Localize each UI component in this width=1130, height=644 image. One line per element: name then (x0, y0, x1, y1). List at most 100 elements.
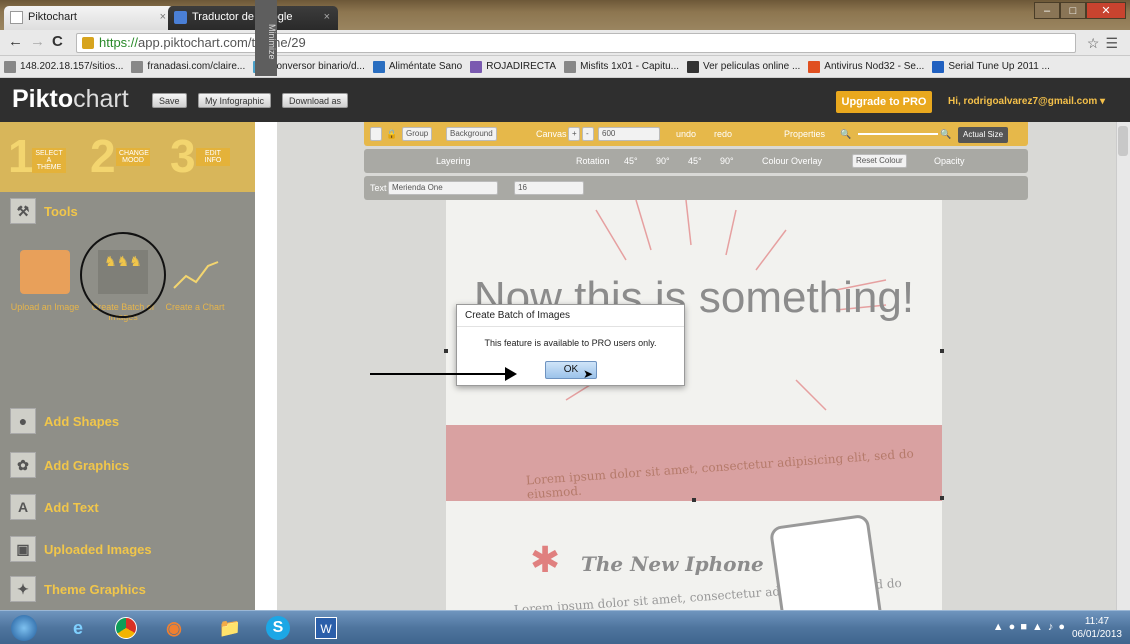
tab-translate[interactable]: Traductor de Google × (168, 6, 338, 30)
uploaded-images-section[interactable]: ▣ Uploaded Images (10, 536, 152, 562)
upgrade-button[interactable]: Upgrade to PRO (836, 91, 932, 113)
image-icon: ▣ (10, 536, 36, 562)
background-button[interactable]: Background (446, 127, 497, 141)
url-text: app.piktochart.com/theme/29 (138, 35, 306, 50)
page-icon (564, 60, 577, 73)
resize-handle[interactable] (692, 498, 696, 502)
create-chart-tool[interactable]: Create a Chart (160, 250, 230, 312)
dialog-title: Create Batch of Images (457, 305, 684, 327)
window-controls: – □ ✕ (1034, 2, 1126, 19)
vertical-scrollbar[interactable] (1116, 122, 1130, 610)
bookmark-item[interactable]: Antivirus Nod32 - Se... (808, 60, 924, 73)
redo-button[interactable]: redo (714, 127, 732, 141)
internet-explorer-icon[interactable]: e (56, 614, 100, 642)
theme-graphics-section[interactable]: ✦ Theme Graphics (10, 576, 146, 602)
bookmark-item[interactable]: ROJADIRECTA (470, 60, 556, 73)
canvas-size-select[interactable]: 600 (598, 127, 660, 141)
font-select[interactable]: Merienda One (388, 181, 498, 195)
bookmark-item[interactable]: Serial Tune Up 2011 ... (932, 60, 1050, 73)
folder-icon (4, 60, 16, 73)
canvas-minus-button[interactable]: - (582, 127, 594, 141)
rotate-option[interactable]: 45° (624, 154, 638, 168)
lock-icon (82, 37, 94, 49)
bookmark-item[interactable]: Aliméntate Sano (372, 60, 462, 73)
app-header: Piktochart Save My Infographic Download … (0, 78, 1130, 122)
url-scheme: https:// (99, 35, 139, 50)
add-text-section[interactable]: A Add Text (10, 494, 99, 520)
site-icon (470, 60, 483, 73)
theme-graphics-icon: ✦ (10, 576, 36, 602)
minimize-window-icon[interactable]: – (1034, 2, 1060, 19)
star-icon[interactable]: ☆☰ (1087, 35, 1124, 52)
font-size-select[interactable]: 16 (514, 181, 584, 195)
undo-button[interactable]: undo (676, 127, 696, 141)
rotate-option[interactable]: 90° (656, 154, 670, 168)
canvas-plus-button[interactable]: + (568, 127, 580, 141)
my-infographic-button[interactable]: My Infographic (198, 93, 272, 108)
system-tray[interactable]: ▲●■▲♪● (993, 621, 1070, 633)
iphone-title[interactable]: The New Iphone (581, 552, 764, 576)
save-button[interactable]: Save (152, 93, 187, 108)
site-icon (372, 60, 385, 73)
checkbox[interactable] (370, 127, 382, 141)
folder-icon[interactable]: 📁 (208, 614, 252, 642)
minimize-tab[interactable]: Minimize (255, 0, 277, 76)
control-bar-text: Text Merienda One 16 (364, 176, 1028, 200)
start-button-icon[interactable] (2, 614, 46, 642)
chrome-icon[interactable] (104, 614, 148, 642)
reload-icon[interactable]: C (52, 34, 63, 50)
annotation-arrow (370, 367, 517, 381)
tools-heading[interactable]: ⚒ Tools (10, 198, 78, 224)
tab-piktochart[interactable]: Piktochart × (4, 6, 174, 30)
site-icon (687, 60, 699, 73)
text-label: Text (370, 183, 387, 193)
control-bar-layer: Layering Rotation 45° 90° 45° 90° Colour… (364, 149, 1028, 173)
upload-icon (20, 250, 70, 294)
site-icon (932, 60, 945, 73)
canvas-label: Canvas (536, 129, 567, 139)
close-window-icon[interactable]: ✕ (1086, 2, 1126, 19)
zoom-slider[interactable] (858, 127, 938, 135)
rotate-option[interactable]: 45° (688, 154, 702, 168)
user-menu[interactable]: Hi, rodrigoalvarez7@gmail.com ▾ (948, 96, 1105, 107)
download-button[interactable]: Download as (282, 93, 349, 108)
system-clock[interactable]: 11:47 06/01/2013 (1072, 615, 1122, 641)
infographic-canvas[interactable]: Now this is something! Lorem ipsum dolor… (446, 200, 942, 610)
media-player-icon[interactable]: ◉ (152, 614, 196, 642)
reset-colour-button[interactable]: Reset Colour (852, 154, 907, 168)
bookmark-item[interactable]: Misfits 1x01 - Capitu... (564, 60, 679, 73)
properties-button[interactable]: Properties (784, 127, 825, 141)
resize-handle[interactable] (444, 349, 448, 353)
forward-icon[interactable]: → (30, 34, 45, 50)
zoom-in-icon[interactable]: 🔍 (940, 127, 951, 141)
add-shapes-section[interactable]: ● Add Shapes (10, 408, 119, 434)
banner-text: Lorem ipsum dolor sit amet, consectetur … (525, 446, 915, 502)
address-bar[interactable]: https://app.piktochart.com/theme/29 (76, 33, 1076, 53)
google-translate-icon (174, 11, 187, 24)
maximize-window-icon[interactable]: □ (1060, 2, 1086, 19)
bookmark-item[interactable]: Ver peliculas online ... (687, 60, 800, 73)
left-panel: 1 SELECT A THEME 2 CHANGE MOOD 3 EDIT IN… (0, 122, 255, 610)
word-icon[interactable]: W (304, 614, 348, 642)
bookmark-item[interactable]: 148.202.18.157/sitios... (4, 60, 123, 73)
dialog-message: This feature is available to PRO users o… (484, 338, 657, 348)
back-icon[interactable]: ← (8, 34, 23, 50)
browser-tabstrip: Piktochart × Traductor de Google × – □ ✕ (0, 0, 1130, 30)
step-bar: 1 SELECT A THEME 2 CHANGE MOOD 3 EDIT IN… (0, 122, 255, 192)
poster-banner[interactable]: Lorem ipsum dolor sit amet, consectetur … (446, 425, 942, 501)
close-tab-icon[interactable]: × (160, 11, 166, 23)
resize-handle[interactable] (940, 349, 944, 353)
resize-handle[interactable] (940, 496, 944, 500)
colour-overlay-label: Colour Overlay (762, 156, 823, 166)
zoom-out-icon[interactable]: 🔍 (840, 127, 851, 141)
bookmark-item[interactable]: franadasi.com/claire... (131, 60, 245, 73)
rotate-option[interactable]: 90° (720, 154, 734, 168)
add-graphics-section[interactable]: ✿ Add Graphics (10, 452, 129, 478)
actual-size-button[interactable]: Actual Size (958, 127, 1009, 143)
close-tab-icon[interactable]: × (324, 11, 330, 23)
upload-image-tool[interactable]: Upload an Image (10, 250, 80, 312)
group-button[interactable]: Group (402, 127, 433, 141)
skype-icon[interactable]: S (256, 614, 300, 642)
phone-icon (768, 513, 884, 610)
lock-icon[interactable]: 🔒 (386, 127, 397, 141)
